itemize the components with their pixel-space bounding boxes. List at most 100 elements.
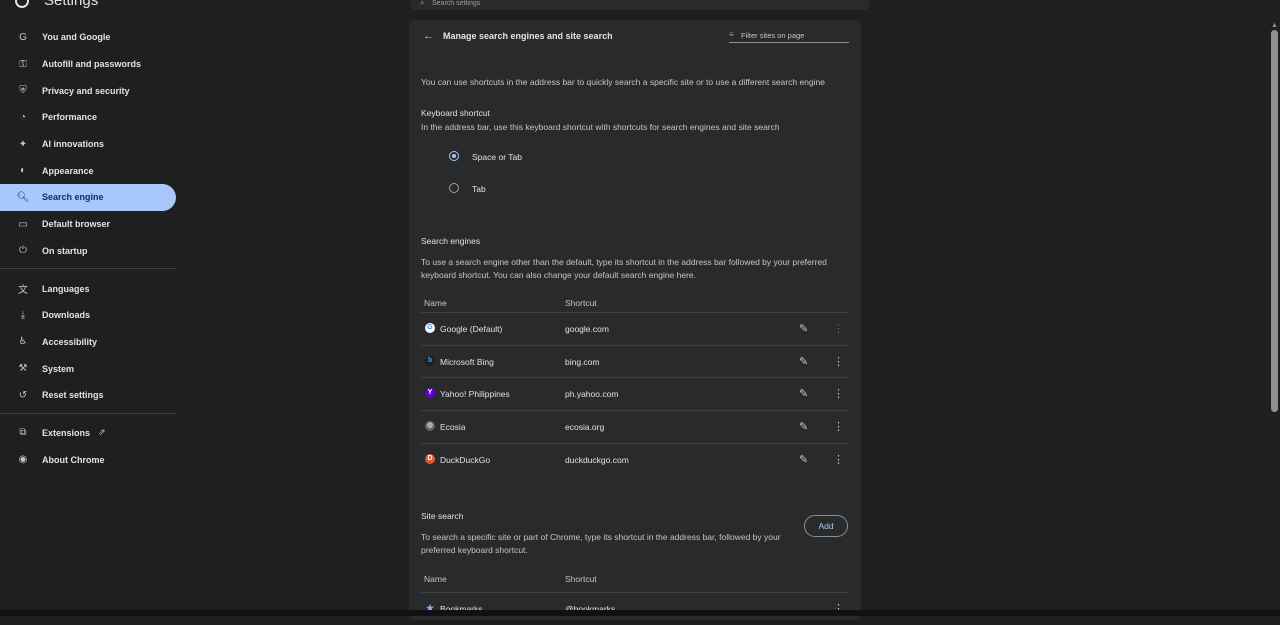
search-engine-row[interactable]: b Microsoft Bing bing.com ✎ ⋮ [421,344,849,378]
palette-icon: ◐ [19,165,27,177]
edit-pencil-icon[interactable]: ✎ [799,355,808,368]
sidebar-item-label: Autofill and passwords [42,59,142,70]
favicon-icon: D [425,453,435,464]
sidebar-item-label: Performance [42,112,98,123]
sidebar-item-label: On startup [42,245,88,256]
sparkle-icon: ✦ [18,138,28,150]
speedometer-icon: ◔ [19,111,27,123]
scroll-up-arrow-icon[interactable]: ▲ [1271,22,1278,29]
search-placeholder: Search settings [432,0,481,7]
engine-shortcut: ecosia.org [565,422,605,433]
site-search-row[interactable]: ★ Bookmarks @bookmarks ⋮ [421,592,849,625]
sidebar-item-appearance[interactable]: ◐ Appearance [0,157,176,184]
search-engine-row[interactable]: ◍ Ecosia ecosia.org ✎ ⋮ [421,410,849,443]
more-options-icon[interactable]: ⋮ [833,387,844,400]
edit-pencil-icon[interactable]: ✎ [799,387,808,400]
search-engine-row[interactable]: D DuckDuckGo duckduckgo.com ✎ ⋮ [421,442,849,476]
engine-shortcut: bing.com [565,356,600,367]
shield-icon: ⛨ [19,85,27,97]
search-engines-desc-line2: keyboard shortcut. You can also change y… [421,270,697,280]
sidebar-item-label: Reset settings [42,390,104,401]
filter-icon: ≡ [729,30,734,39]
engine-name: DuckDuckGo [440,454,491,465]
search-engine-row[interactable]: Y Yahoo! Philippines ph.yahoo.com ✎ ⋮ [421,377,849,410]
wrench-icon: ⚒ [18,363,28,375]
search-engine-row[interactable]: G Google (Default) google.com ✎ ⋮ [421,312,849,345]
column-header-name: Name [424,298,447,308]
back-arrow-icon[interactable]: ← [423,30,434,42]
edit-pencil-icon[interactable]: ✎ [799,420,808,433]
app-title: Settings [44,0,99,9]
search-engines-heading: Search engines [421,236,481,246]
radio-space-or-tab-label: Space or Tab [472,152,522,162]
search-icon: ⌕ [420,0,425,7]
sidebar-item-reset-settings[interactable]: ↺ Reset settings [0,382,176,409]
edit-pencil-icon[interactable]: ✎ [799,322,808,335]
sidebar-item-label: Extensions [42,427,91,438]
more-options-icon[interactable]: ⋮ [833,453,844,466]
sidebar-item-accessibility[interactable]: ♿︎ Accessibility [0,329,176,356]
top-bar: Settings ⌕ Search settings [0,0,1280,12]
sidebar-item-label: Accessibility [42,336,98,347]
sidebar-item-on-startup[interactable]: ⏻ On startup [0,238,176,265]
bottom-edge [0,610,1280,616]
sidebar-item-label: Default browser [42,219,111,230]
download-icon: ⤓ [20,309,26,321]
sidebar-item-languages[interactable]: 文 Languages [0,275,176,302]
filter-input[interactable]: ≡ Filter sites on page [729,30,849,43]
sidebar-item-label: About Chrome [42,454,105,465]
sidebar-item-default-browser[interactable]: ▭ Default browser [0,211,176,238]
site-search-desc-line1: To search a specific site or part of Chr… [421,532,781,542]
site-column-header-name: Name [424,574,447,584]
google-g-icon: G [19,31,27,43]
sidebar-item-label: Search engine [42,192,104,203]
site-search-desc-line2: preferred keyboard shortcut. [421,545,528,555]
page-scrollbar[interactable] [1271,30,1278,412]
browser-window-icon: ▭ [18,218,28,230]
radio-space-or-tab[interactable] [449,151,459,161]
sidebar-divider [0,412,176,414]
page-title: Manage search engines and site search [443,31,613,41]
sidebar-item-label: Privacy and security [42,85,130,96]
sidebar-nav: G You and Google ⚿ Autofill and passwords ⛨ P… [0,24,180,473]
engine-shortcut: ph.yahoo.com [565,389,619,400]
site-search-heading: Site search [421,511,464,521]
more-options-icon[interactable]: ⋮ [833,355,844,368]
sidebar-item-privacy-and-security[interactable]: ⛨ Privacy and security [0,77,176,104]
keyboard-shortcut-desc: In the address bar, use this keyboard sh… [421,122,780,132]
column-header-shortcut: Shortcut [565,298,597,308]
favicon-icon: Y [425,388,435,399]
engine-name: Google (Default) [440,324,503,334]
keyboard-shortcut-heading: Keyboard shortcut [421,108,490,118]
search-engines-card: ← Manage search engines and site search … [409,20,861,620]
key-icon: ⚿ [19,58,27,70]
sidebar-item-performance[interactable]: ◔ Performance [0,104,176,131]
sidebar-item-ai-innovations[interactable]: ✦ AI innovations [0,131,176,158]
sidebar-item-label: Appearance [42,165,94,176]
radio-tab[interactable] [449,183,459,193]
more-options-icon[interactable]: ⋮ [833,420,844,433]
engine-shortcut: google.com [565,324,609,334]
add-site-search-button[interactable]: Add [804,515,848,537]
sidebar-item-system[interactable]: ⚒ System [0,355,176,382]
sidebar-item-you-and-google[interactable]: G You and Google [0,24,176,51]
engine-name: Ecosia [440,422,466,433]
sidebar-item-about-chrome[interactable]: ◉ About Chrome [0,446,176,473]
reset-icon: ↺ [18,389,28,401]
sidebar-item-label: You and Google [42,32,111,43]
engine-name: Yahoo! Philippines [440,389,510,400]
chrome-icon: ◉ [18,454,28,466]
accessibility-icon: ♿︎ [18,336,28,348]
settings-search-bar[interactable]: ⌕ Search settings [410,0,870,10]
translate-icon: 文 [18,285,28,297]
sidebar-item-label: System [42,363,75,374]
sidebar-item-search-engine[interactable]: 🔍︎ Search engine [0,184,176,211]
sidebar-item-label: AI innovations [42,139,105,150]
filter-placeholder: Filter sites on page [741,31,805,40]
edit-pencil-icon[interactable]: ✎ [799,453,808,466]
sidebar-item-downloads[interactable]: ⤓ Downloads [0,302,176,329]
chrome-logo-icon [15,0,29,8]
sidebar-item-extensions[interactable]: ⧉ Extensions ⇗ [0,420,176,447]
sidebar-item-autofill-and-passwords[interactable]: ⚿ Autofill and passwords [0,51,176,78]
favicon-icon: b [425,355,435,366]
